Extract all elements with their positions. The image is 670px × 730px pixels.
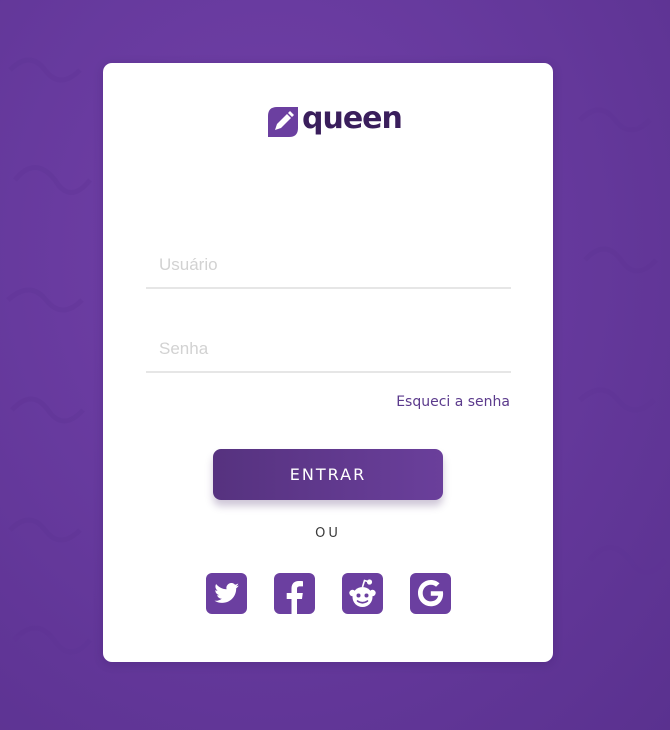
- login-card: queen Esqueci a senha ENTRAR OU: [103, 63, 553, 662]
- twitter-icon[interactable]: [206, 573, 247, 614]
- brand-logo: queen: [268, 101, 403, 139]
- or-divider: OU: [315, 526, 341, 541]
- username-field[interactable]: [146, 243, 511, 289]
- reddit-icon[interactable]: [342, 573, 383, 614]
- google-icon[interactable]: [410, 573, 451, 614]
- login-button[interactable]: ENTRAR: [213, 449, 443, 500]
- password-field[interactable]: [146, 327, 511, 373]
- password-input[interactable]: [146, 327, 511, 371]
- pencil-tag-icon: [268, 107, 298, 137]
- forgot-password-link[interactable]: Esqueci a senha: [396, 394, 510, 410]
- facebook-icon[interactable]: [274, 573, 315, 614]
- username-input[interactable]: [146, 243, 511, 287]
- social-login-group: [206, 573, 451, 614]
- brand-name: queen: [302, 101, 403, 136]
